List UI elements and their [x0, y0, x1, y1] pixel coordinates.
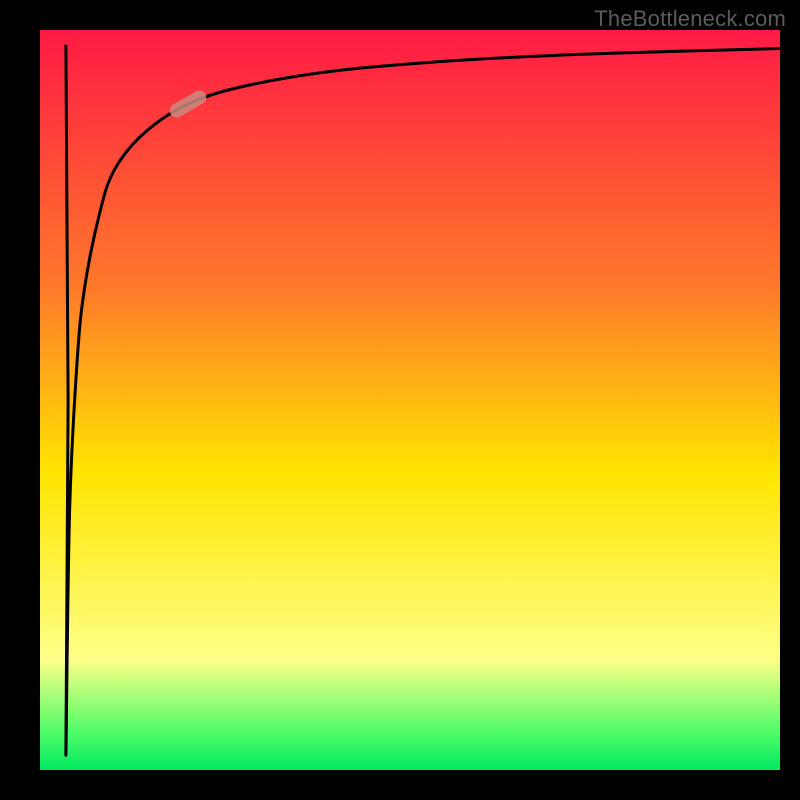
gradient-background [40, 30, 780, 770]
watermark-text: TheBottleneck.com [594, 6, 786, 32]
chart-svg [40, 30, 780, 770]
chart-frame: TheBottleneck.com [0, 0, 800, 800]
plot-area [40, 30, 780, 770]
